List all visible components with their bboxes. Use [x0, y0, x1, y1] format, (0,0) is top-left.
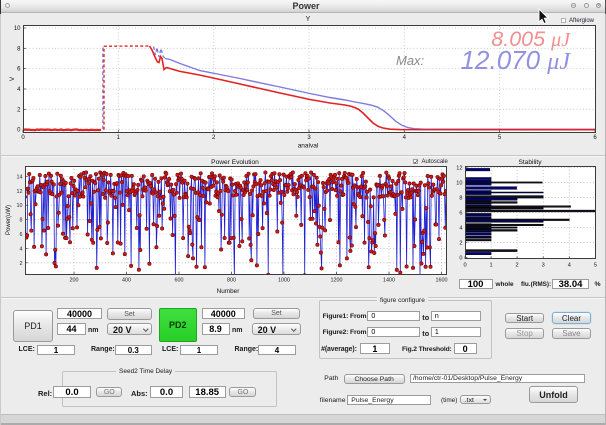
svg-text:0: 0 — [459, 255, 462, 261]
svg-text:400: 400 — [122, 278, 131, 284]
svg-text:1400: 1400 — [383, 278, 395, 284]
svg-text:Stability: Stability — [518, 159, 542, 166]
svg-text:2: 2 — [459, 240, 462, 246]
svg-text:Power(uW): Power(uW) — [6, 205, 12, 235]
svg-text:Y: Y — [306, 16, 311, 23]
svg-text:4: 4 — [20, 246, 23, 252]
svg-text:0: 0 — [17, 128, 21, 134]
svg-text:14: 14 — [17, 174, 23, 180]
svg-text:0: 0 — [21, 135, 25, 141]
svg-text:1: 1 — [490, 263, 493, 269]
svg-text:12: 12 — [456, 165, 462, 171]
svg-text:3: 3 — [307, 135, 311, 141]
svg-text:2: 2 — [17, 107, 21, 113]
svg-text:4: 4 — [568, 263, 571, 269]
svg-text:8: 8 — [459, 195, 462, 201]
svg-text:4: 4 — [17, 87, 21, 93]
svg-text:8: 8 — [17, 46, 21, 52]
svg-text:12: 12 — [17, 189, 23, 195]
svg-text:5: 5 — [594, 263, 597, 269]
svg-text:4: 4 — [459, 225, 462, 231]
svg-text:analval: analval — [298, 143, 319, 150]
svg-text:8: 8 — [20, 218, 23, 224]
svg-text:1000: 1000 — [278, 278, 290, 284]
svg-text:6: 6 — [593, 135, 597, 141]
svg-text:6: 6 — [459, 210, 462, 216]
svg-text:V: V — [9, 76, 16, 81]
svg-text:800: 800 — [227, 278, 236, 284]
svg-text:Power Evolution: Power Evolution — [211, 159, 259, 166]
svg-text:5: 5 — [498, 135, 502, 141]
svg-text:2: 2 — [212, 135, 216, 141]
svg-text:3: 3 — [542, 263, 545, 269]
svg-text:200: 200 — [70, 278, 79, 284]
svg-text:Number: Number — [217, 288, 241, 295]
svg-text:10: 10 — [17, 203, 23, 209]
svg-text:2: 2 — [516, 263, 519, 269]
svg-text:1200: 1200 — [331, 278, 343, 284]
svg-text:6: 6 — [20, 232, 23, 238]
svg-text:4: 4 — [403, 135, 407, 141]
svg-text:10: 10 — [456, 180, 462, 186]
svg-text:1: 1 — [117, 135, 121, 141]
svg-text:6: 6 — [17, 67, 21, 73]
svg-text:2: 2 — [20, 261, 23, 267]
svg-text:600: 600 — [175, 278, 184, 284]
svg-text:0: 0 — [463, 263, 466, 269]
svg-text:10: 10 — [14, 26, 21, 32]
